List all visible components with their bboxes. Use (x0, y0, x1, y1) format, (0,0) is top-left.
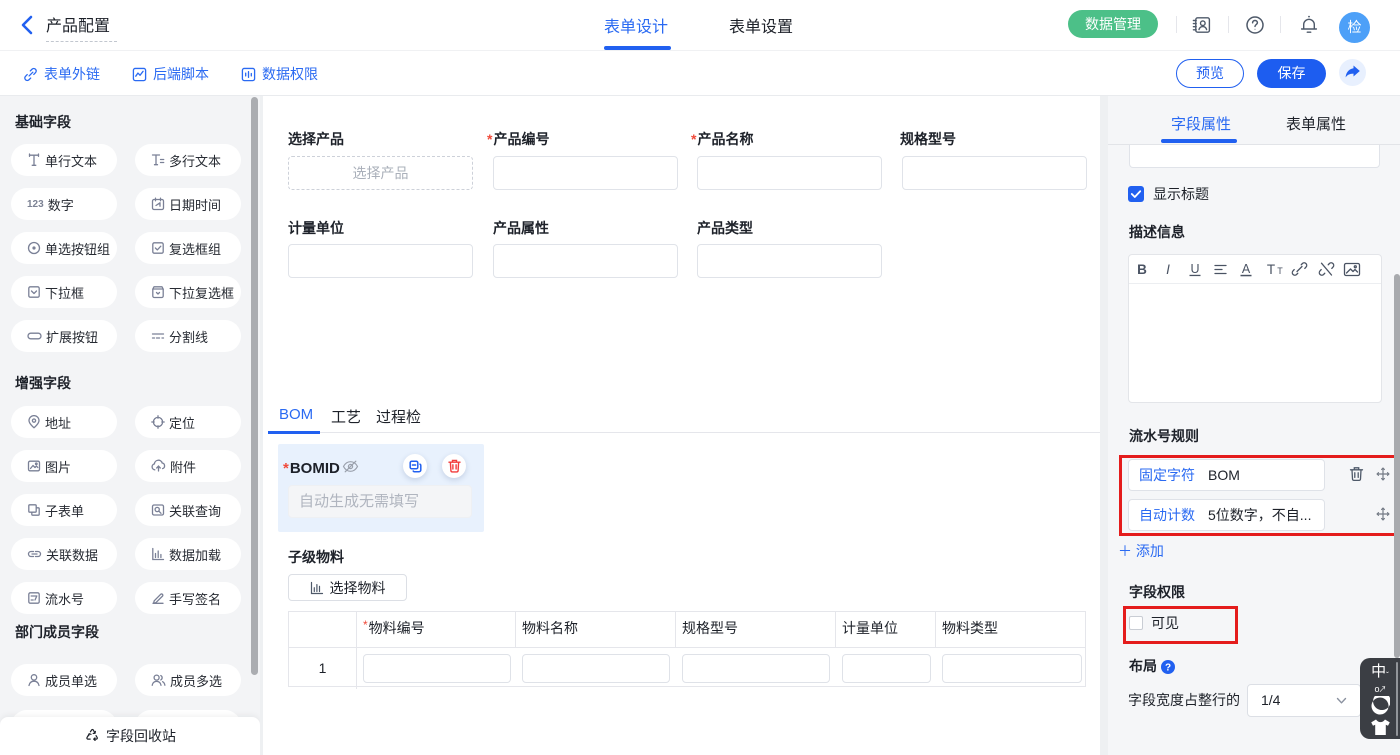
svg-text:I: I (1166, 262, 1170, 277)
svg-text:U: U (1190, 262, 1199, 276)
svg-text:T: T (1267, 262, 1275, 277)
svg-text:T: T (1277, 266, 1283, 276)
svg-text:B: B (1137, 262, 1147, 277)
svg-text:A: A (1242, 262, 1251, 276)
svg-text:?: ? (1165, 663, 1171, 674)
